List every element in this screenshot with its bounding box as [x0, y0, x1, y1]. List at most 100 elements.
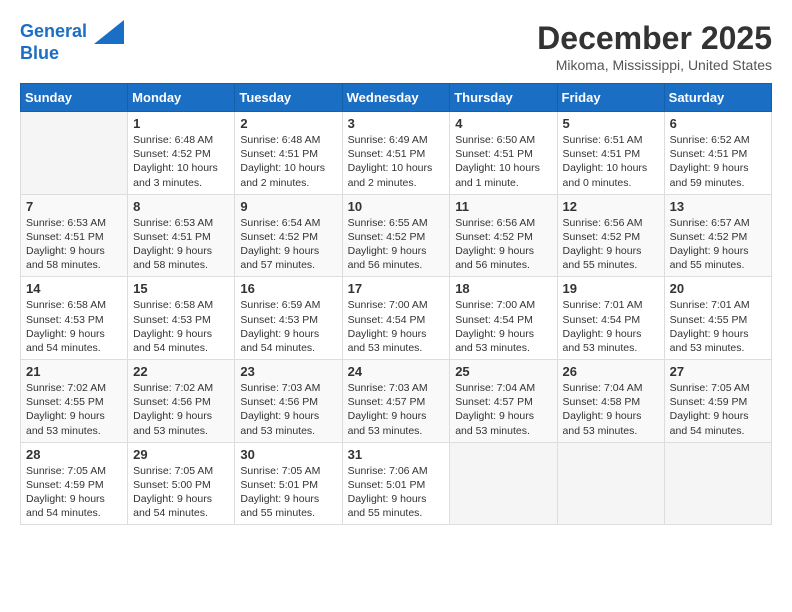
weekday-header-tuesday: Tuesday [235, 84, 342, 112]
calendar-cell: 2 Sunrise: 6:48 AMSunset: 4:51 PMDaylight… [235, 112, 342, 195]
calendar-cell: 16 Sunrise: 6:59 AMSunset: 4:53 PMDayligh… [235, 277, 342, 360]
calendar-week-3: 14Sunrise: 6:58 AMSunset: 4:53 PMDayligh… [21, 277, 772, 360]
day-info: Sunrise: 6:58 AMSunset: 4:53 PMDaylight:… [26, 298, 122, 355]
calendar-cell: 20 Sunrise: 7:01 AMSunset: 4:55 PMDayligh… [664, 277, 771, 360]
calendar-cell: 6 Sunrise: 6:52 AMSunset: 4:51 PMDaylight… [664, 112, 771, 195]
day-info: Sunrise: 6:49 AMSunset: 4:51 PMDaylight:… [348, 133, 445, 190]
day-info: Sunrise: 7:02 AMSunset: 4:55 PMDaylight:… [26, 381, 122, 438]
calendar-table: SundayMondayTuesdayWednesdayThursdayFrid… [20, 83, 772, 525]
calendar-cell: 24 Sunrise: 7:03 AMSunset: 4:57 PMDayligh… [342, 360, 450, 443]
day-number: 18 [455, 281, 551, 296]
day-number: 28 [26, 447, 122, 462]
day-info: Sunrise: 7:05 AMSunset: 4:59 PMDaylight:… [26, 464, 122, 521]
calendar-cell: 11 Sunrise: 6:56 AMSunset: 4:52 PMDayligh… [450, 194, 557, 277]
day-info: Sunrise: 6:55 AMSunset: 4:52 PMDaylight:… [348, 216, 445, 273]
day-info: Sunrise: 7:00 AMSunset: 4:54 PMDaylight:… [348, 298, 445, 355]
day-number: 29 [133, 447, 229, 462]
day-number: 6 [670, 116, 766, 131]
day-info: Sunrise: 7:01 AMSunset: 4:54 PMDaylight:… [563, 298, 659, 355]
day-info: Sunrise: 7:02 AMSunset: 4:56 PMDaylight:… [133, 381, 229, 438]
day-info: Sunrise: 7:05 AMSunset: 4:59 PMDaylight:… [670, 381, 766, 438]
calendar-cell: 3 Sunrise: 6:49 AMSunset: 4:51 PMDaylight… [342, 112, 450, 195]
month-title: December 2025 [537, 20, 772, 57]
day-info: Sunrise: 6:53 AMSunset: 4:51 PMDaylight:… [26, 216, 122, 273]
calendar-week-2: 7 Sunrise: 6:53 AMSunset: 4:51 PMDaylight… [21, 194, 772, 277]
calendar-cell: 9 Sunrise: 6:54 AMSunset: 4:52 PMDaylight… [235, 194, 342, 277]
logo: General Blue [20, 20, 124, 64]
calendar-cell: 10 Sunrise: 6:55 AMSunset: 4:52 PMDayligh… [342, 194, 450, 277]
day-info: Sunrise: 7:05 AMSunset: 5:00 PMDaylight:… [133, 464, 229, 521]
weekday-header-monday: Monday [128, 84, 235, 112]
location: Mikoma, Mississippi, United States [537, 57, 772, 73]
day-number: 9 [240, 199, 336, 214]
calendar-cell: 7 Sunrise: 6:53 AMSunset: 4:51 PMDaylight… [21, 194, 128, 277]
day-number: 10 [348, 199, 445, 214]
day-number: 31 [348, 447, 445, 462]
calendar-cell: 29 Sunrise: 7:05 AMSunset: 5:00 PMDayligh… [128, 442, 235, 525]
day-number: 1 [133, 116, 229, 131]
day-number: 27 [670, 364, 766, 379]
day-number: 12 [563, 199, 659, 214]
day-number: 3 [348, 116, 445, 131]
day-number: 19 [563, 281, 659, 296]
day-number: 5 [563, 116, 659, 131]
day-number: 13 [670, 199, 766, 214]
calendar-cell: 28 Sunrise: 7:05 AMSunset: 4:59 PMDayligh… [21, 442, 128, 525]
day-info: Sunrise: 6:48 AMSunset: 4:51 PMDaylight:… [240, 133, 336, 190]
day-info: Sunrise: 6:56 AMSunset: 4:52 PMDaylight:… [455, 216, 551, 273]
calendar-cell: 31 Sunrise: 7:06 AMSunset: 5:01 PMDayligh… [342, 442, 450, 525]
day-info: Sunrise: 7:04 AMSunset: 4:58 PMDaylight:… [563, 381, 659, 438]
calendar-week-1: 1 Sunrise: 6:48 AMSunset: 4:52 PMDaylight… [21, 112, 772, 195]
calendar-cell [21, 112, 128, 195]
day-info: Sunrise: 6:59 AMSunset: 4:53 PMDaylight:… [240, 298, 336, 355]
day-info: Sunrise: 7:04 AMSunset: 4:57 PMDaylight:… [455, 381, 551, 438]
day-info: Sunrise: 6:48 AMSunset: 4:52 PMDaylight:… [133, 133, 229, 190]
calendar-week-4: 21 Sunrise: 7:02 AMSunset: 4:55 PMDayligh… [21, 360, 772, 443]
calendar-body: 1 Sunrise: 6:48 AMSunset: 4:52 PMDaylight… [21, 112, 772, 525]
weekday-header-thursday: Thursday [450, 84, 557, 112]
day-number: 30 [240, 447, 336, 462]
day-info: Sunrise: 7:01 AMSunset: 4:55 PMDaylight:… [670, 298, 766, 355]
calendar-cell: 15Sunrise: 6:58 AMSunset: 4:53 PMDayligh… [128, 277, 235, 360]
page-header: General Blue December 2025 Mikoma, Missi… [20, 20, 772, 73]
logo-text: General Blue [20, 20, 124, 64]
weekday-header-friday: Friday [557, 84, 664, 112]
calendar-cell: 27 Sunrise: 7:05 AMSunset: 4:59 PMDayligh… [664, 360, 771, 443]
day-number: 4 [455, 116, 551, 131]
day-number: 23 [240, 364, 336, 379]
calendar-cell: 8Sunrise: 6:53 AMSunset: 4:51 PMDaylight… [128, 194, 235, 277]
weekday-header-wednesday: Wednesday [342, 84, 450, 112]
calendar-cell [664, 442, 771, 525]
day-number: 2 [240, 116, 336, 131]
day-number: 24 [348, 364, 445, 379]
day-info: Sunrise: 6:52 AMSunset: 4:51 PMDaylight:… [670, 133, 766, 190]
calendar-cell: 1 Sunrise: 6:48 AMSunset: 4:52 PMDaylight… [128, 112, 235, 195]
day-info: Sunrise: 7:03 AMSunset: 4:57 PMDaylight:… [348, 381, 445, 438]
day-number: 7 [26, 199, 122, 214]
calendar-cell [557, 442, 664, 525]
day-number: 26 [563, 364, 659, 379]
day-info: Sunrise: 7:00 AMSunset: 4:54 PMDaylight:… [455, 298, 551, 355]
day-number: 20 [670, 281, 766, 296]
calendar-cell [450, 442, 557, 525]
calendar-week-5: 28 Sunrise: 7:05 AMSunset: 4:59 PMDayligh… [21, 442, 772, 525]
day-number: 11 [455, 199, 551, 214]
day-number: 21 [26, 364, 122, 379]
day-number: 17 [348, 281, 445, 296]
calendar-cell: 18 Sunrise: 7:00 AMSunset: 4:54 PMDayligh… [450, 277, 557, 360]
day-number: 16 [240, 281, 336, 296]
calendar-cell: 22Sunrise: 7:02 AMSunset: 4:56 PMDayligh… [128, 360, 235, 443]
day-info: Sunrise: 6:54 AMSunset: 4:52 PMDaylight:… [240, 216, 336, 273]
calendar-cell: 23 Sunrise: 7:03 AMSunset: 4:56 PMDayligh… [235, 360, 342, 443]
calendar-cell: 19 Sunrise: 7:01 AMSunset: 4:54 PMDayligh… [557, 277, 664, 360]
calendar-cell: 25Sunrise: 7:04 AMSunset: 4:57 PMDayligh… [450, 360, 557, 443]
calendar-cell: 5Sunrise: 6:51 AMSunset: 4:51 PMDaylight… [557, 112, 664, 195]
calendar-cell: 13Sunrise: 6:57 AMSunset: 4:52 PMDayligh… [664, 194, 771, 277]
calendar-cell: 17 Sunrise: 7:00 AMSunset: 4:54 PMDayligh… [342, 277, 450, 360]
day-info: Sunrise: 7:05 AMSunset: 5:01 PMDaylight:… [240, 464, 336, 521]
calendar-cell: 30 Sunrise: 7:05 AMSunset: 5:01 PMDayligh… [235, 442, 342, 525]
day-info: Sunrise: 7:06 AMSunset: 5:01 PMDaylight:… [348, 464, 445, 521]
weekday-header-sunday: Sunday [21, 84, 128, 112]
calendar-cell: 14Sunrise: 6:58 AMSunset: 4:53 PMDayligh… [21, 277, 128, 360]
day-info: Sunrise: 7:03 AMSunset: 4:56 PMDaylight:… [240, 381, 336, 438]
